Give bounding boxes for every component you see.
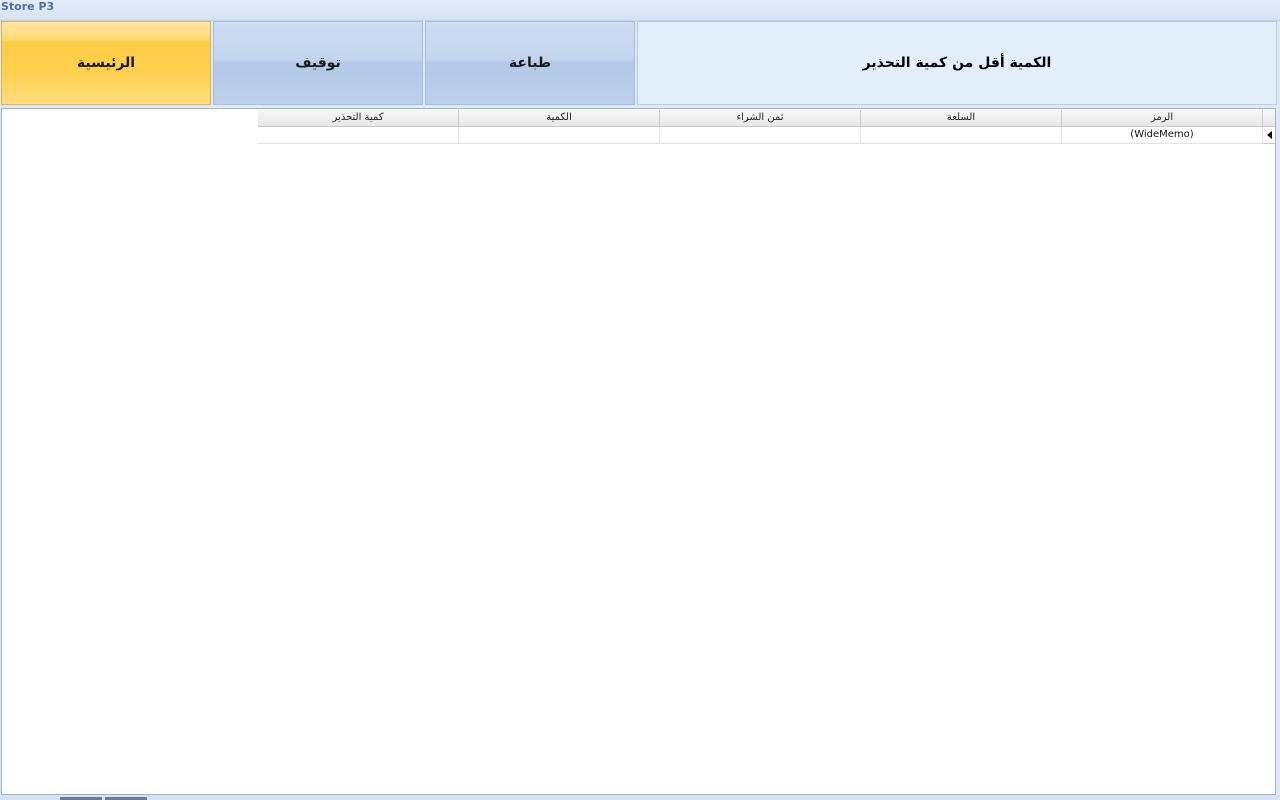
page-title: الكمية أقل من كمية التحذير [637,21,1277,105]
data-grid[interactable]: كمية التحذير الكمية ثمن الشراء السلعة ال… [258,110,1275,144]
column-header-quantity[interactable]: الكمية [459,110,660,127]
content-panel: كمية التحذير الكمية ثمن الشراء السلعة ال… [1,108,1276,795]
current-row-arrow-icon [1267,131,1272,139]
app-window: Store P3 الرئيسية توقيف طباعة الكمية أقل… [0,0,1280,800]
title-bar[interactable]: Store P3 [0,0,1280,21]
cell-purchase-price[interactable] [660,127,861,144]
home-button[interactable]: الرئيسية [1,21,211,105]
status-bar [0,795,1280,800]
toolbar: الرئيسية توقيف طباعة الكمية أقل من كمية … [0,21,1280,107]
print-button[interactable]: طباعة [425,21,635,105]
cell-item[interactable] [861,127,1062,144]
header-indicator [1263,110,1275,127]
cell-quantity[interactable] [459,127,660,144]
stop-button[interactable]: توقيف [213,21,423,105]
cell-warning-qty[interactable] [258,127,459,144]
row-indicator[interactable] [1263,127,1275,144]
grid-header-row: كمية التحذير الكمية ثمن الشراء السلعة ال… [258,110,1275,127]
column-header-purchase-price[interactable]: ثمن الشراء [660,110,861,127]
window-title: Store P3 [1,0,55,13]
table-row[interactable]: (WideMemo) [258,127,1275,144]
column-header-item[interactable]: السلعة [861,110,1062,127]
column-header-warning-qty[interactable]: كمية التحذير [258,110,459,127]
column-header-code[interactable]: الرمز [1062,110,1263,127]
cell-code[interactable]: (WideMemo) [1062,127,1263,144]
